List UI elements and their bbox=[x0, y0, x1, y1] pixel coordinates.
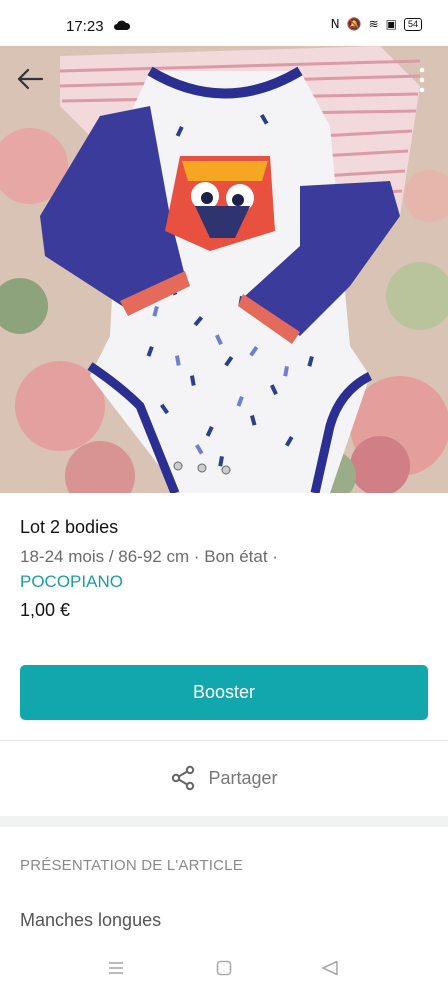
item-price: 1,00 € bbox=[20, 600, 71, 620]
recent-apps-icon[interactable] bbox=[108, 961, 124, 975]
mute-icon: 🔕 bbox=[346, 17, 362, 31]
share-button[interactable]: Partager bbox=[0, 755, 448, 801]
battery-indicator: 54 bbox=[403, 17, 422, 31]
section-title: PRÉSENTATION DE L'ARTICLE bbox=[20, 857, 243, 874]
share-icon bbox=[172, 765, 195, 791]
home-icon[interactable] bbox=[216, 960, 232, 976]
arrow-left-icon[interactable] bbox=[16, 66, 44, 92]
item-title: Lot 2 bodies bbox=[20, 517, 119, 537]
wifi-icon: ≋ bbox=[368, 17, 379, 31]
more-vertical-icon[interactable] bbox=[418, 66, 426, 94]
product-photo-image bbox=[0, 46, 448, 493]
back-icon[interactable] bbox=[321, 960, 339, 976]
system-nav-bar bbox=[0, 945, 448, 995]
item-brand-link[interactable]: POCOPIANO bbox=[20, 570, 123, 594]
boost-button[interactable]: Booster bbox=[20, 665, 428, 720]
section-separator bbox=[0, 816, 448, 827]
item-size-condition: 18-24 mois / 86-92 cm · Bon état · bbox=[20, 547, 278, 566]
status-bar: 17:23 N 🔕 ≋ ▣ 54 bbox=[0, 0, 448, 46]
cloud-icon bbox=[114, 20, 130, 30]
status-time: 17:23 bbox=[66, 18, 104, 35]
product-photo[interactable] bbox=[0, 46, 448, 493]
divider bbox=[0, 740, 448, 741]
status-icons: N 🔕 ≋ ▣ 54 bbox=[331, 17, 422, 31]
share-label: Partager bbox=[208, 767, 278, 788]
sim-icon: ▣ bbox=[385, 17, 397, 31]
nfc-icon: N bbox=[330, 17, 340, 31]
sleeve-attribute: Manches longues bbox=[20, 910, 162, 930]
